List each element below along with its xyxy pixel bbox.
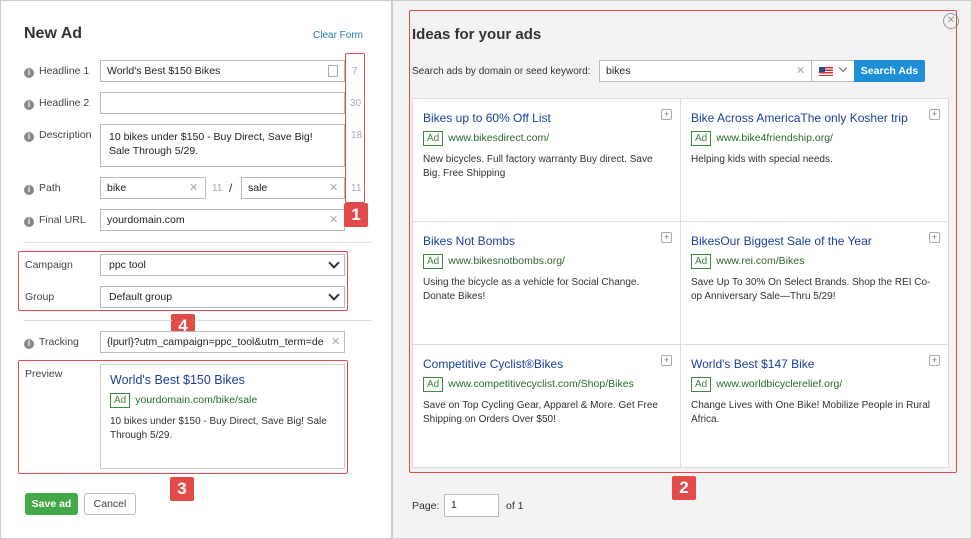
page-total: of 1: [506, 500, 524, 512]
ad-idea-title[interactable]: World's Best $147 Bike: [691, 357, 814, 371]
badge-2: 2: [672, 476, 696, 500]
ad-tag: Ad: [423, 377, 444, 392]
add-idea-icon[interactable]: +: [927, 107, 940, 120]
divider: [24, 320, 172, 321]
ad-idea-card: BikesOur Biggest Sale of the Year Ad www.…: [680, 221, 949, 345]
cancel-button[interactable]: Cancel: [84, 493, 136, 515]
ad-idea-card: Competitive Cyclist®Bikes Ad www.competit…: [412, 344, 681, 468]
ad-idea-title[interactable]: Bikes up to 60% Off List: [423, 111, 551, 125]
ideas-panel: ✕ Ideas for your ads Search ads by domai…: [392, 0, 972, 539]
headline1-input[interactable]: World's Best $150 Bikes: [100, 60, 345, 82]
chevron-down-icon: [328, 289, 340, 301]
preview-label: Preview: [25, 368, 63, 380]
highlight-box-1: [345, 53, 365, 203]
ad-idea-title[interactable]: Competitive Cyclist®Bikes: [423, 357, 563, 371]
path-label: i Path: [24, 182, 61, 195]
clear-icon[interactable]: ✕: [189, 181, 198, 194]
ad-idea-url-row: Ad www.competitivecyclist.com/Shop/Bikes: [423, 377, 634, 392]
final-url-input[interactable]: yourdomain.com: [100, 209, 345, 231]
clear-icon[interactable]: ✕: [796, 64, 805, 77]
headline2-input[interactable]: [100, 92, 345, 114]
ad-idea-description: Save on Top Cycling Gear, Apparel & More…: [423, 400, 658, 425]
badge-1: 1: [344, 203, 368, 227]
path-separator: /: [229, 181, 233, 195]
clear-form-link[interactable]: Clear Form: [313, 30, 363, 41]
ad-idea-title[interactable]: Bike Across AmericaThe only Kosher trip: [691, 111, 908, 125]
ad-idea-card: World's Best $147 Bike Ad www.worldbicycl…: [680, 344, 949, 468]
campaign-label: Campaign: [25, 259, 73, 271]
add-idea-icon[interactable]: +: [659, 230, 672, 243]
new-ad-title: New Ad: [24, 25, 83, 42]
ad-tag: Ad: [691, 377, 712, 392]
ad-idea-description: Using the bicycle as a vehicle for Socia…: [423, 277, 640, 302]
search-ads-button[interactable]: Search Ads: [854, 60, 925, 82]
ad-idea-url-row: Ad www.bike4friendship.org/: [691, 131, 833, 146]
tracking-label: i Tracking: [24, 336, 79, 349]
chevron-down-icon: [328, 257, 340, 269]
info-icon: i: [24, 132, 34, 142]
preview-title: World's Best $150 Bikes: [110, 373, 245, 387]
group-label: Group: [25, 291, 55, 303]
ad-idea-url-row: Ad www.bikesdirect.com/: [423, 131, 549, 146]
ad-tag: Ad: [691, 131, 712, 146]
search-input[interactable]: bikes: [599, 60, 812, 82]
ad-idea-card: Bike Across AmericaThe only Kosher trip …: [680, 98, 949, 222]
copy-icon[interactable]: [328, 65, 338, 77]
campaign-select[interactable]: ppc tool: [100, 254, 345, 276]
info-icon: i: [24, 100, 34, 110]
page-input[interactable]: 1: [444, 494, 499, 517]
ad-idea-title[interactable]: Bikes Not Bombs: [423, 234, 515, 248]
ad-idea-description: Save Up To 30% On Select Brands. Shop th…: [691, 277, 931, 302]
clear-icon[interactable]: ✕: [329, 181, 338, 194]
add-idea-icon[interactable]: +: [659, 353, 672, 366]
ad-idea-url-row: Ad www.rei.com/Bikes: [691, 254, 804, 269]
add-idea-icon[interactable]: +: [659, 107, 672, 120]
group-select[interactable]: Default group: [100, 286, 345, 308]
add-idea-icon[interactable]: +: [927, 353, 940, 366]
info-icon: i: [24, 217, 34, 227]
tracking-input[interactable]: {lpurl}?utm_campaign=ppc_tool&utm_term=d…: [100, 331, 345, 353]
country-select[interactable]: [811, 60, 855, 82]
ad-tag: Ad: [691, 254, 712, 269]
headline2-label: i Headline 2: [24, 97, 89, 110]
add-idea-icon[interactable]: +: [927, 230, 940, 243]
ad-idea-url-row: Ad www.worldbicyclerelief.org/: [691, 377, 842, 392]
info-icon: i: [24, 339, 34, 349]
new-ad-panel: New Ad Clear Form i Headline 1 World's Be…: [0, 0, 392, 539]
ad-idea-title[interactable]: BikesOur Biggest Sale of the Year: [691, 234, 872, 248]
ad-idea-description: Change Lives with One Bike! Mobilize Peo…: [691, 400, 931, 425]
ad-idea-card: Bikes up to 60% Off List Ad www.bikesdire…: [412, 98, 681, 222]
preview-box: World's Best $150 Bikes Ad yourdomain.com…: [100, 364, 345, 469]
save-ad-button[interactable]: Save ad: [25, 493, 78, 515]
ad-tag: Ad: [423, 131, 444, 146]
final-url-label: i Final URL: [24, 214, 86, 227]
preview-url-row: Ad yourdomain.com/bike/sale: [110, 393, 257, 408]
info-icon: i: [24, 68, 34, 78]
clear-icon[interactable]: ✕: [329, 213, 338, 226]
headline1-label: i Headline 1: [24, 65, 89, 78]
ad-idea-description: Helping kids with special needs.: [691, 154, 833, 165]
clear-icon[interactable]: ✕: [331, 335, 340, 348]
page-label: Page:: [412, 500, 440, 512]
ad-tag: Ad: [423, 254, 444, 269]
badge-3: 3: [170, 477, 194, 501]
path1-count: 11: [212, 183, 223, 194]
divider: [24, 242, 372, 243]
ideas-title: Ideas for your ads: [412, 26, 542, 43]
preview-description: 10 bikes under $150 - Buy Direct, Save B…: [110, 416, 327, 441]
us-flag-icon: [819, 67, 833, 76]
ad-idea-url-row: Ad www.bikesnotbombs.org/: [423, 254, 565, 269]
divider: [197, 320, 372, 321]
ad-tag: Ad: [110, 393, 131, 408]
chevron-down-icon: [838, 63, 848, 73]
info-icon: i: [24, 185, 34, 195]
description-textarea[interactable]: 10 bikes under $150 - Buy Direct, Save B…: [100, 124, 345, 167]
search-label: Search ads by domain or seed keyword:: [412, 66, 591, 77]
ad-idea-card: Bikes Not Bombs Ad www.bikesnotbombs.org/…: [412, 221, 681, 345]
ad-idea-description: New bicycles. Full factory warranty Buy …: [423, 154, 653, 179]
description-label: i Description: [24, 129, 92, 142]
